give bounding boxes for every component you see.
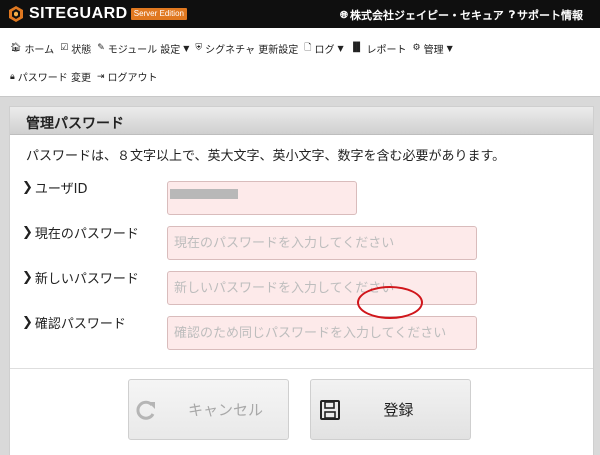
main-nav: 🏠︎ ホーム ☑ 状態 ✎ モジュール 設定 ▼ ⛨ シグネチャ 更新設定 🗋︎… (0, 28, 600, 97)
nav-item-label: ホーム (24, 44, 55, 56)
home-icon: 🏠︎ (10, 43, 22, 53)
chevron-right-icon: ❯ (22, 180, 33, 195)
cancel-button-label: キャンセル (187, 401, 263, 419)
current-password-label-text: 現在のパスワード (34, 227, 139, 242)
nav-item-password-change[interactable]: 🔒︎ パスワード 変更 (10, 69, 91, 85)
nav-row-primary: 🏠︎ ホーム ☑ 状態 ✎ モジュール 設定 ▼ ⛨ シグネチャ 更新設定 🗋︎… (10, 40, 459, 56)
nav-item-label: 状態 (71, 44, 92, 56)
userid-label-text: ユーザID (34, 182, 88, 197)
shield-icon: ⛨ (195, 43, 203, 53)
new-password-label: ❯ 新しいパスワード (22, 268, 139, 287)
confirm-password-label-text: 確認パスワード (34, 317, 126, 332)
edit-icon: ✎ (97, 43, 105, 53)
password-panel: 管理パスワード パスワードは、８文字以上で、英大文字、英小文字、数字を含む必要が… (9, 106, 594, 455)
logo-mark-icon (9, 6, 23, 22)
company-link-label: 株式会社ジェイピー・セキュア (350, 9, 504, 22)
floppy-disk-icon (320, 400, 340, 420)
nav-item-status[interactable]: ☑ 状態 (60, 41, 91, 56)
check-icon: ☑ (60, 43, 69, 53)
current-password-field[interactable] (167, 226, 477, 260)
confirm-password-label: ❯ 確認パスワード (22, 313, 126, 332)
edition-badge: Server Edition (130, 8, 187, 20)
company-link[interactable]: 🌐︎ 株式会社ジェイピー・セキュア (340, 7, 504, 23)
new-password-field[interactable] (167, 271, 477, 305)
chart-icon: ▐▌ (349, 43, 364, 53)
chevron-down-icon: ▼ (337, 43, 344, 53)
chevron-right-icon: ❯ (22, 270, 33, 285)
nav-item-admin[interactable]: ⚙ 管理 ▼ (413, 41, 453, 56)
gear-icon: ⚙ (412, 43, 421, 53)
confirm-password-field[interactable] (167, 316, 477, 350)
nav-item-label: ログ (314, 44, 335, 56)
nav-item-label: パスワード 変更 (17, 73, 91, 84)
globe-icon: 🌐︎ (340, 9, 348, 21)
form-divider (10, 368, 593, 369)
nav-item-logout[interactable]: ⇥ ログアウト (96, 69, 158, 85)
chevron-down-icon: ▼ (446, 43, 453, 53)
logo-text: SITEGUARD (29, 5, 128, 22)
userid-label: ❯ ユーザID (22, 178, 88, 197)
chevron-right-icon: ❯ (22, 225, 33, 240)
nav-item-label: レポート (366, 44, 407, 56)
siteguard-logo[interactable]: SITEGUARD Server Edition (7, 4, 187, 24)
current-password-label: ❯ 現在のパスワード (22, 223, 139, 242)
new-password-label-text: 新しいパスワード (34, 272, 139, 287)
nav-item-home[interactable]: 🏠︎ ホーム (10, 41, 54, 56)
support-link[interactable]: ❓︎ サポート情報 (509, 7, 583, 23)
nav-item-label: 管理 (423, 44, 444, 56)
top-header: SITEGUARD Server Edition 🌐︎ 株式会社ジェイピー・セキ… (0, 0, 600, 28)
nav-item-module-settings[interactable]: ✎ モジュール 設定 ▼ (97, 41, 189, 56)
password-requirement-notice: パスワードは、８文字以上で、英大文字、英小文字、数字を含む必要があります。 (26, 149, 506, 164)
save-button-label: 登録 (383, 401, 414, 419)
highlight-circle (357, 286, 423, 319)
nav-row-secondary: 🔒︎ パスワード 変更 ⇥ ログアウト (10, 69, 164, 85)
panel-title: 管理パスワード (10, 107, 593, 135)
nav-item-label: シグネチャ 更新設定 (205, 44, 299, 56)
chevron-down-icon: ▼ (183, 43, 190, 53)
nav-item-log[interactable]: 🗋︎ ログ ▼ (304, 40, 343, 56)
question-icon: ❓︎ (509, 9, 516, 21)
logout-icon: ⇥ (96, 71, 105, 82)
nav-item-report[interactable]: ▐▌ レポート (350, 41, 407, 56)
support-link-label: サポート情報 (517, 9, 584, 22)
file-icon: 🗋︎ (304, 43, 312, 53)
lock-icon: 🔒︎ (10, 71, 15, 82)
nav-item-label: モジュール 設定 (107, 44, 181, 56)
redaction-mask (170, 189, 238, 199)
nav-item-label: ログアウト (107, 73, 158, 84)
chevron-right-icon: ❯ (22, 315, 33, 330)
nav-item-signature-update[interactable]: ⛨ シグネチャ 更新設定 (195, 41, 298, 56)
refresh-icon (136, 400, 155, 420)
save-button[interactable]: 登録 (310, 379, 471, 440)
cancel-button[interactable]: キャンセル (128, 379, 289, 440)
